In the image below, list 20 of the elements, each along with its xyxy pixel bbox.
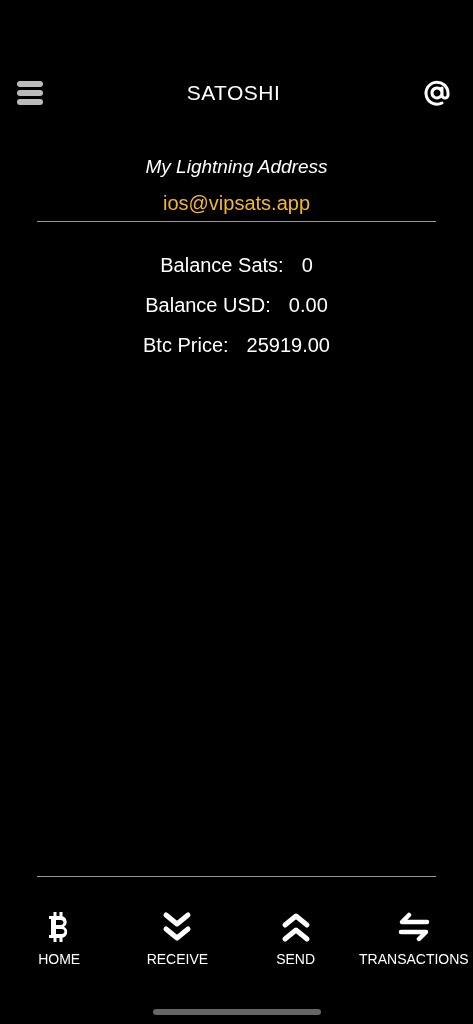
balance-label: Balance Sats: xyxy=(160,254,284,277)
tab[interactable]: SEND xyxy=(236,911,355,967)
tab[interactable]: HOME xyxy=(0,911,119,967)
address-label: My Lightning Address xyxy=(145,156,328,178)
balance-value: 25919.00 xyxy=(246,334,330,357)
lightning-address[interactable]: ios@vipsats.app xyxy=(162,192,310,215)
tab[interactable]: TRANSACTIONS xyxy=(354,911,473,967)
swap-arrows-icon xyxy=(397,912,430,942)
balance-value: 0.00 xyxy=(288,294,328,317)
double-chevron-down-icon xyxy=(162,911,193,943)
tab[interactable]: RECEIVE xyxy=(118,911,237,967)
at-sign-icon xyxy=(423,79,451,107)
menu-button[interactable] xyxy=(16,80,44,106)
double-chevron-up-icon xyxy=(280,911,311,943)
app-title: SATOSHI xyxy=(186,81,281,105)
balance-label: Balance USD: xyxy=(145,294,271,317)
balance-value: 0 xyxy=(301,254,313,277)
address-button[interactable] xyxy=(423,79,451,107)
balance-label: Btc Price: xyxy=(143,334,229,357)
menu-icon xyxy=(16,80,44,106)
